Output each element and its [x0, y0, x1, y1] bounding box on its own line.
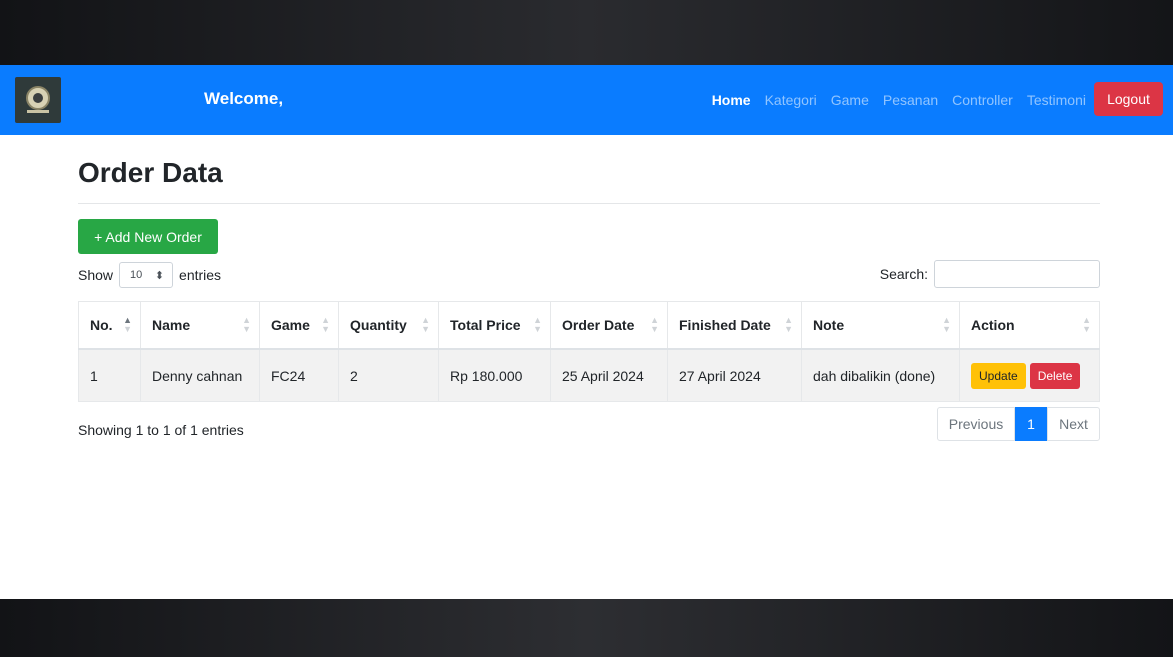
cell-finished-date: 27 April 2024 — [667, 348, 802, 402]
show-label: Show — [78, 267, 114, 283]
entries-select-value: 10 — [130, 269, 143, 281]
column-header-finished-date[interactable]: Finished Date ▲ ▼ — [667, 301, 802, 350]
sort-icon: ▲ ▼ — [242, 315, 251, 334]
delete-button[interactable]: Delete — [1029, 362, 1081, 389]
nav-menu: Home Kategori Game Pesanan Controller Te… — [712, 92, 1086, 108]
cell-note: dah dibalikin (done) — [801, 348, 960, 402]
title-divider — [78, 203, 1100, 204]
game-controller-logo-icon[interactable] — [15, 77, 61, 123]
search-label: Search: — [879, 266, 928, 282]
entries-label: entries — [179, 267, 222, 283]
nav-link-controller[interactable]: Controller — [952, 92, 1013, 108]
table-info: Showing 1 to 1 of 1 entries — [78, 422, 244, 438]
top-background-band — [0, 0, 1173, 65]
entries-length-control: Show 10 ⬍ entries — [78, 261, 221, 289]
previous-page-button[interactable]: Previous — [937, 407, 1015, 441]
navbar: Welcome, Home Kategori Game Pesanan Cont… — [0, 65, 1173, 135]
pagination: Previous 1 Next — [937, 407, 1100, 441]
sort-icon: ▲ ▼ — [942, 315, 951, 334]
add-new-order-button[interactable]: + Add New Order — [78, 219, 218, 254]
table-search: Search: — [880, 260, 1100, 288]
next-page-button[interactable]: Next — [1047, 407, 1100, 441]
page-1-button[interactable]: 1 — [1015, 407, 1047, 441]
column-header-no[interactable]: No. ▲ ▼ — [78, 301, 141, 350]
cell-quantity: 2 — [338, 348, 439, 402]
nav-link-game[interactable]: Game — [831, 92, 869, 108]
column-header-note[interactable]: Note ▲ ▼ — [801, 301, 960, 350]
entries-select[interactable]: 10 ⬍ — [119, 262, 174, 288]
welcome-text: Welcome, — [204, 89, 284, 108]
cell-action: Update Delete — [959, 348, 1100, 402]
cell-order-date: 25 April 2024 — [550, 348, 668, 402]
table-row: 1 Denny cahnan FC24 2 Rp 180.000 25 Apri… — [78, 348, 1100, 402]
column-header-game[interactable]: Game ▲ ▼ — [259, 301, 339, 350]
column-header-order-date[interactable]: Order Date ▲ ▼ — [550, 301, 668, 350]
column-header-total-price[interactable]: Total Price ▲ ▼ — [438, 301, 551, 350]
nav-link-testimoni[interactable]: Testimoni — [1027, 92, 1086, 108]
orders-table: No. ▲ ▼ Name ▲ ▼ Game ▲ ▼ Quantity ▲ ▼ Total… — [78, 301, 1100, 402]
logout-button[interactable]: Logout — [1094, 82, 1163, 116]
cell-no: 1 — [78, 348, 141, 402]
bottom-background-band — [0, 599, 1173, 657]
sort-icon: ▲ ▼ — [650, 315, 659, 334]
nav-link-kategori[interactable]: Kategori — [765, 92, 817, 108]
nav-link-pesanan[interactable]: Pesanan — [883, 92, 938, 108]
sort-icon: ▲ ▼ — [784, 315, 793, 334]
sort-icon: ▲ ▼ — [321, 315, 330, 334]
update-button[interactable]: Update — [971, 362, 1026, 389]
app-page: Welcome, Home Kategori Game Pesanan Cont… — [0, 65, 1173, 599]
cell-name: Denny cahnan — [140, 348, 260, 402]
page-title: Order Data — [78, 157, 223, 188]
column-header-name[interactable]: Name ▲ ▼ — [140, 301, 260, 350]
table-header-row: No. ▲ ▼ Name ▲ ▼ Game ▲ ▼ Quantity ▲ ▼ Total… — [78, 301, 1100, 350]
column-header-action[interactable]: Action ▲ ▼ — [959, 301, 1100, 350]
search-input[interactable] — [934, 260, 1100, 288]
sort-icon: ▲ ▼ — [533, 315, 542, 334]
cell-total-price: Rp 180.000 — [438, 348, 551, 402]
nav-link-home[interactable]: Home — [712, 92, 751, 108]
sort-icon: ▲ ▼ — [421, 315, 430, 334]
sort-icon: ▲ ▼ — [1082, 315, 1091, 334]
cell-game: FC24 — [259, 348, 339, 402]
column-header-quantity[interactable]: Quantity ▲ ▼ — [338, 301, 439, 350]
sort-icon: ▲ ▼ — [123, 315, 132, 334]
select-arrows-icon: ⬍ — [154, 269, 165, 282]
